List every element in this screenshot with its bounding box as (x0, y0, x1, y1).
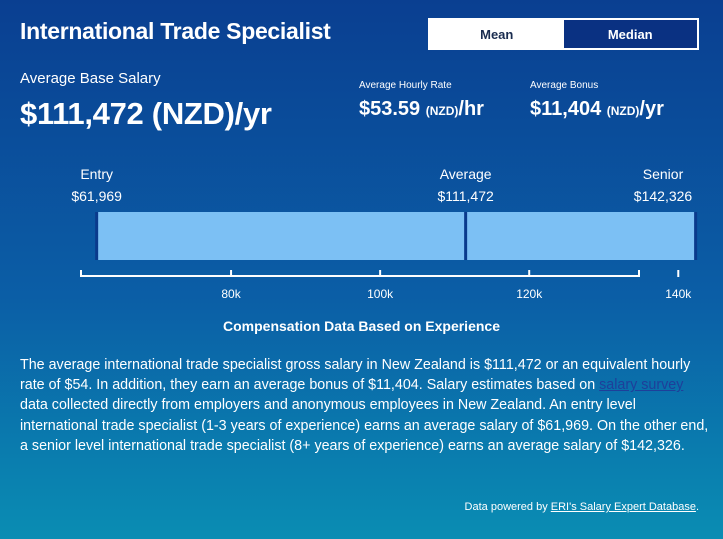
bonus-label: Average Bonus (530, 80, 599, 91)
salary-range-bar (96, 212, 696, 260)
footer-credit: Data powered by ERI's Salary Expert Data… (465, 501, 699, 513)
page-title: International Trade Specialist (20, 18, 331, 44)
marker-name-senior: Senior (642, 166, 684, 182)
x-tick-label-140k: 140k (665, 287, 692, 301)
mean-median-toggle: Mean Median (428, 18, 699, 50)
footer-prefix: Data powered by (464, 501, 551, 513)
bonus-unit: /yr (639, 98, 664, 120)
description-text-2: data collected directly from employers a… (20, 397, 709, 454)
marker-name-entry: Entry (80, 166, 113, 182)
experience-salary-chart: 80k 100k 120k 140k (80, 212, 698, 301)
hourly-unit: /hr (458, 98, 484, 120)
x-tick-label-120k: 120k (516, 287, 543, 301)
marker-name-average: Average (439, 166, 492, 182)
median-button[interactable]: Median (563, 20, 697, 48)
hourly-rate-label: Average Hourly Rate (359, 80, 452, 91)
hourly-rate-value: $53.59 (NZD)/hr (359, 98, 484, 121)
x-tick-label-100k: 100k (367, 287, 394, 301)
bonus-amount: $11,404 (530, 98, 602, 120)
base-salary-label: Average Base Salary (20, 70, 161, 87)
eri-database-link[interactable]: ERI's Salary Expert Database (551, 501, 696, 513)
salary-description: The average international trade speciali… (20, 355, 710, 456)
description-text-1: The average international trade speciali… (20, 357, 691, 394)
x-tick-label-80k: 80k (221, 287, 241, 301)
chart-title: Compensation Data Based on Experience (223, 318, 500, 334)
mean-button[interactable]: Mean (430, 20, 564, 48)
salary-survey-link[interactable]: salary survey (599, 377, 683, 393)
bonus-currency: (NZD) (606, 104, 640, 118)
bonus-value: $11,404 (NZD)/yr (530, 98, 664, 121)
base-salary-value: $111,472 (NZD)/yr (20, 96, 272, 131)
footer-suffix: . (695, 501, 699, 513)
hourly-amount: $53.59 (359, 98, 421, 120)
hourly-currency: (NZD) (425, 104, 459, 118)
